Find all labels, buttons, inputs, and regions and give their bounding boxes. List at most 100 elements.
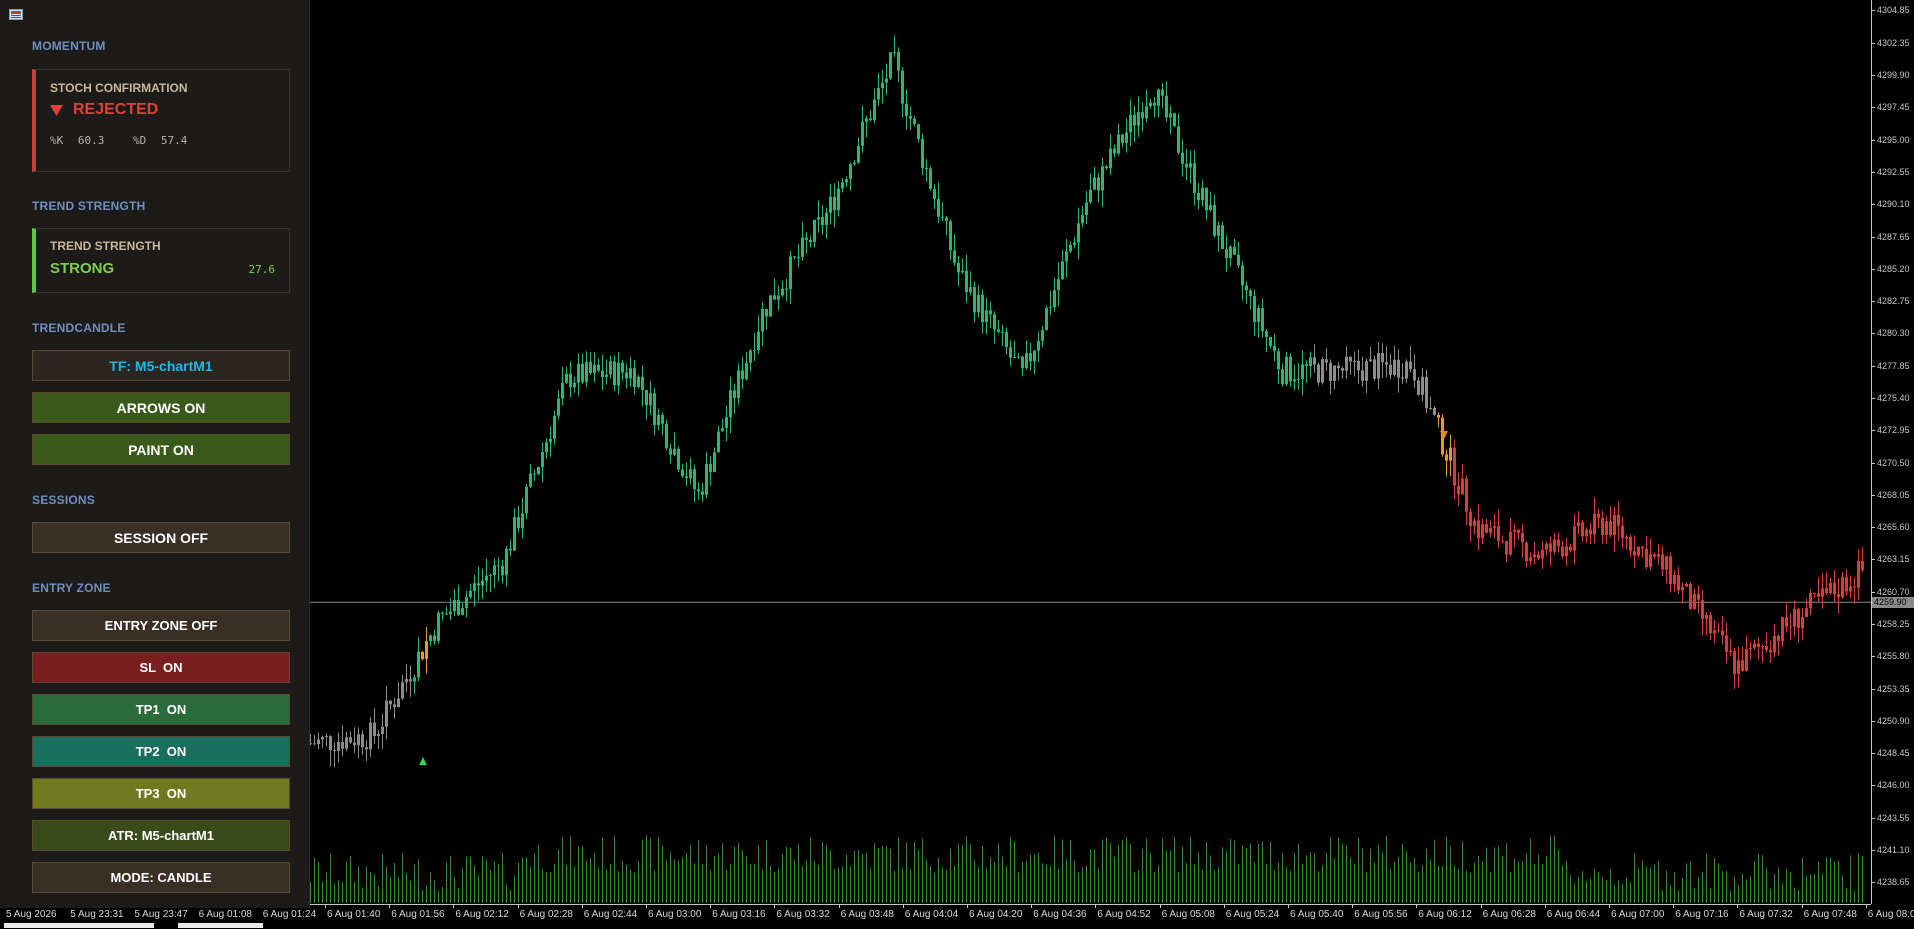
price-axis[interactable]: 4304.85 4302.35 4299.90 4297.45 4295.00 4292.… <box>1871 0 1914 904</box>
volume-bar <box>1146 838 1147 903</box>
volume-bar <box>570 836 571 903</box>
volume-bar <box>1462 841 1463 903</box>
volume-bar <box>1818 861 1819 903</box>
volume-bar <box>962 845 963 903</box>
candle-body <box>993 314 996 330</box>
time-tick <box>517 905 519 908</box>
volume-bar <box>858 850 859 903</box>
volume-bar <box>1814 874 1815 903</box>
volume-bar <box>1806 876 1807 903</box>
candle-body <box>889 52 892 79</box>
tp3-toggle-button[interactable]: TP3 ON <box>32 778 290 809</box>
candle-body <box>597 364 600 371</box>
section-title-trendcandle: TRENDCANDLE <box>32 321 126 335</box>
time-axis-label: 6 Aug 05:08 <box>1161 909 1215 920</box>
volume-bar <box>374 874 375 903</box>
entry-zone-toggle-button[interactable]: ENTRY ZONE OFF <box>32 610 290 641</box>
candle-body <box>1769 649 1772 653</box>
candle-body <box>749 350 752 363</box>
candle-body <box>697 489 700 492</box>
volume-bar <box>1522 861 1523 903</box>
candle-body <box>1617 514 1620 526</box>
candle-body <box>881 82 884 89</box>
tf-button[interactable]: TF: M5-chartM1 <box>32 350 290 381</box>
sl-toggle-button[interactable]: SL ON <box>32 652 290 683</box>
volume-bar <box>1006 866 1007 903</box>
candle-body <box>945 217 948 222</box>
chart-tab-scroll-2[interactable] <box>178 923 263 928</box>
candle-body <box>1841 576 1844 598</box>
volume-bar <box>1374 862 1375 903</box>
triangle-down-icon <box>50 104 63 116</box>
trend-status: STRONG <box>50 260 115 277</box>
candle-body <box>581 363 584 382</box>
candle-body <box>481 580 484 586</box>
volume-bar <box>514 876 515 903</box>
candle-body <box>753 349 756 351</box>
tp1-toggle-button[interactable]: TP1 ON <box>32 694 290 725</box>
candle-body <box>1137 112 1140 126</box>
volume-bar <box>1306 855 1307 903</box>
candle-body <box>1717 630 1720 632</box>
candle-body <box>545 442 548 453</box>
volume-bar <box>1014 841 1015 903</box>
candle-body <box>673 448 676 455</box>
volume-bar <box>978 867 979 903</box>
volume-bar <box>330 854 331 903</box>
candle-body <box>1853 586 1856 588</box>
candle-body <box>1657 554 1660 557</box>
volume-bar <box>1698 877 1699 903</box>
tp2-toggle-button[interactable]: TP2 ON <box>32 736 290 767</box>
volume-bar <box>582 846 583 903</box>
volume-bar <box>1578 877 1579 903</box>
candle-body <box>877 88 880 100</box>
candle-body <box>1417 380 1420 395</box>
volume-bar <box>386 866 387 903</box>
volume-bar <box>1342 843 1343 903</box>
candle-body <box>1805 608 1808 618</box>
candle-body <box>1325 359 1328 363</box>
volume-bar <box>370 872 371 903</box>
candle-body <box>521 513 524 529</box>
volume-bar <box>1790 872 1791 903</box>
candle-body <box>457 599 460 615</box>
time-axis-label: 6 Aug 02:44 <box>583 909 638 920</box>
volume-bar <box>1138 870 1139 903</box>
candle-body <box>613 361 616 386</box>
atr-button[interactable]: ATR: M5-chartM1 <box>32 820 290 851</box>
volume-bar <box>1782 883 1783 903</box>
volume-bar <box>1822 873 1823 903</box>
volume-bar <box>894 870 895 903</box>
candle-body <box>1133 114 1136 126</box>
session-toggle-button[interactable]: SESSION OFF <box>32 522 290 553</box>
section-title-trend-strength: TREND STRENGTH <box>32 199 146 213</box>
volume-bar <box>1566 860 1567 903</box>
candle-body <box>589 361 592 374</box>
volume-bar <box>706 845 707 903</box>
price-axis-label: 4292.55 <box>1877 166 1910 177</box>
volume-bar <box>930 866 931 903</box>
panel-menu-icon[interactable] <box>9 9 23 20</box>
volume-bar <box>630 869 631 903</box>
candle-body <box>1061 261 1064 280</box>
chart-tab-scroll[interactable] <box>4 923 154 928</box>
candle-body <box>1453 447 1456 486</box>
candle-body <box>745 362 748 380</box>
arrows-toggle-button[interactable]: ARROWS ON <box>32 392 290 423</box>
time-axis-label: 6 Aug 03:48 <box>840 909 894 920</box>
candle-body <box>629 368 632 379</box>
candle-body <box>1053 290 1056 308</box>
candle-body <box>1341 368 1344 371</box>
volume-bar <box>318 861 319 903</box>
volume-bar <box>710 870 711 903</box>
candle-body <box>1653 554 1656 557</box>
candle-body <box>541 452 544 468</box>
mode-button[interactable]: MODE: CANDLE <box>32 862 290 893</box>
candle-body <box>1521 532 1524 543</box>
time-axis-label: 6 Aug 06:28 <box>1482 909 1536 920</box>
volume-bar <box>814 861 815 903</box>
candle-body <box>1149 102 1152 107</box>
paint-toggle-button[interactable]: PAINT ON <box>32 434 290 465</box>
candle-body <box>1057 279 1060 291</box>
candle-body <box>837 188 840 211</box>
